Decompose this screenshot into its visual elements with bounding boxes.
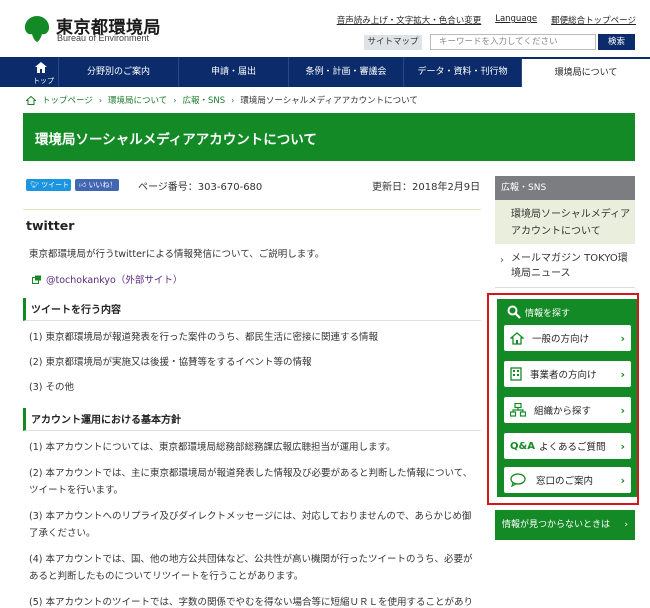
org-chart-icon (510, 403, 526, 417)
counter-info-label: 窓口のご案内 (536, 476, 594, 487)
house-icon (510, 331, 524, 345)
search-button[interactable]: 検索 (598, 34, 635, 50)
side-nav-item-social[interactable]: 環境局ソーシャルメディアアカウントについて (495, 200, 635, 244)
nav-home[interactable]: トップ (0, 57, 58, 87)
nav-item-applications[interactable]: 申請・届出 (178, 57, 288, 87)
qa-icon: Q&A (510, 440, 535, 452)
search-icon (507, 305, 521, 319)
side-nav-item-label: メールマガジン TOKYO環境局ニュース (511, 253, 628, 279)
updated-date: 更新日：2018年2月9日 (372, 182, 481, 193)
general-public-label: 一般の方向け (532, 334, 590, 345)
breadcrumb-current: 環境局ソーシャルメディアアカウントについて (240, 96, 418, 106)
external-link-icon (32, 275, 41, 284)
faq-button[interactable]: Q&A よくあるご質問 › (504, 433, 631, 459)
list-item: (3) 本アカウントへのリプライ及びダイレクトメッセージには、対応しておりません… (29, 511, 472, 539)
twitter-icon: 🐦︎ (30, 181, 39, 189)
utility-links: 音声読み上げ・文字拡大・色合い変更 Language 郵便総合トップページ (337, 14, 636, 26)
side-nav: 広報・SNS 環境局ソーシャルメディアアカウントについて › メールマガジン T… (495, 176, 635, 288)
breadcrumb-about[interactable]: 環境局について (108, 94, 167, 106)
tokyo-logo-icon[interactable] (22, 14, 52, 44)
tweet-button[interactable]: 🐦︎ ツイート (26, 179, 71, 191)
chevron-right-icon: › (620, 440, 625, 453)
sitemap-button[interactable]: サイトマップ (364, 35, 422, 50)
organization-button[interactable]: 組織から探す › (504, 397, 631, 423)
not-found-label: 情報が見つからないときは (502, 520, 611, 530)
building-icon (510, 367, 522, 381)
breadcrumb: トップページ › 環境局について › 広報・SNS › 環境局ソーシャルメディア… (26, 94, 418, 106)
article-intro: 東京都環境局が行うtwitterによる情報発信について、ご説明します。 (29, 249, 325, 260)
chat-icon (510, 473, 526, 487)
not-found-button[interactable]: 情報が見つからないときは › (495, 510, 635, 540)
portal-top-link[interactable]: 郵便総合トップページ (551, 14, 636, 26)
chevron-right-icon: › (620, 368, 625, 381)
side-nav-item-newsletter[interactable]: › メールマガジン TOKYO環境局ニュース (495, 244, 635, 288)
main-article: twitter 東京都環境局が行うtwitterによる情報発信について、ご説明し… (23, 212, 481, 608)
list-item: (5) 本アカウントのツイートでは、字数の関係でやむを得ない場合等に短縮ＵＲＬを… (29, 597, 473, 608)
divider (23, 209, 481, 210)
search-input[interactable]: キーワードを入力してください (430, 34, 596, 50)
thumbs-up-icon: 👍︎ (79, 181, 87, 189)
page-title: 環境局ソーシャルメディアアカウントについて (35, 132, 317, 148)
nav-home-label: トップ (33, 77, 54, 85)
list-item: (4) 本アカウントでは、国、他の地方公共団体など、公共性が高い機関が行ったツイ… (29, 554, 473, 582)
list-item: (1) 東京都環境局が報道発表を行った案件のうち、都民生活に密接に関連する情報 (29, 332, 378, 343)
article-heading: twitter (26, 218, 75, 233)
chevron-right-icon: › (620, 404, 625, 417)
accessibility-link[interactable]: 音声読み上げ・文字拡大・色合い変更 (337, 14, 482, 26)
business-label: 事業者の方向け (530, 370, 597, 381)
site-logo-subtitle: Bureau of Environment (57, 33, 150, 43)
site-header: 東京都環境局 Bureau of Environment 音声読み上げ・文字拡大… (0, 0, 650, 56)
home-small-icon (26, 95, 36, 105)
list-item: (1) 本アカウントについては、東京都環境局総務部総務課広報広聴担当が運用します… (29, 442, 396, 453)
info-search-title-label: 情報を探す (525, 308, 571, 319)
section-heading-policy: アカウント運用における基本方針 (23, 408, 481, 431)
twitter-account-link[interactable]: @tochokankyo（外部サイト） (32, 270, 481, 288)
list-item: (2) 東京都環境局が実施又は後援・協賛等をするイベント等の情報 (29, 357, 312, 368)
business-button[interactable]: 事業者の方向け › (504, 361, 631, 387)
chevron-right-icon: › (620, 474, 625, 487)
like-button[interactable]: 👍︎ いいね！ (75, 179, 119, 191)
chevron-right-icon: › (173, 95, 177, 105)
organization-label: 組織から探す (534, 406, 592, 417)
chevron-right-icon: › (620, 332, 625, 345)
list-item: (2) 本アカウントでは、主に東京都環境局が報道発表した情報及び必要があると判断… (29, 468, 473, 496)
twitter-account-label: @tochokankyo（外部サイト） (46, 275, 183, 286)
breadcrumb-pr[interactable]: 広報・SNS (183, 94, 226, 106)
chevron-right-icon: › (500, 255, 504, 266)
page-number: ページ番号：303-670-680 (138, 182, 263, 193)
chevron-right-icon: › (231, 95, 235, 105)
nav-item-data[interactable]: データ・資料・刊行物 (403, 57, 521, 87)
nav-item-about[interactable]: 環境局について (521, 57, 650, 87)
nav-item-fields[interactable]: 分野別のご案内 (58, 57, 178, 87)
chevron-right-icon: › (624, 520, 628, 530)
info-search-highlight: 情報を探す 一般の方向け › 事業者の方向け › 組織から探す › Q&A よく… (487, 293, 639, 505)
faq-label: よくあるご質問 (538, 442, 606, 453)
page-title-band: 環境局ソーシャルメディアアカウントについて (23, 113, 635, 161)
info-search-panel: 情報を探す 一般の方向け › 事業者の方向け › 組織から探す › Q&A よく… (497, 299, 637, 497)
global-nav: トップ 分野別のご案内 申請・届出 条例・計画・審議会 データ・資料・刊行物 環… (0, 57, 650, 87)
nav-item-ordinances[interactable]: 条例・計画・審議会 (288, 57, 403, 87)
like-label: いいね！ (88, 181, 117, 189)
list-item: (3) その他 (29, 382, 74, 393)
breadcrumb-top[interactable]: トップページ (42, 94, 93, 106)
section-heading-content: ツイートを行う内容 (23, 298, 481, 321)
chevron-right-icon: › (98, 95, 103, 105)
counter-info-button[interactable]: 窓口のご案内 › (504, 467, 631, 493)
info-search-title: 情報を探す (507, 305, 570, 319)
share-buttons: 🐦︎ ツイート 👍︎ いいね！ (26, 179, 119, 191)
language-link[interactable]: Language (495, 14, 537, 26)
side-nav-heading: 広報・SNS (495, 176, 635, 200)
home-icon (35, 62, 47, 73)
tweet-label: ツイート (41, 181, 70, 189)
general-public-button[interactable]: 一般の方向け › (504, 325, 631, 351)
